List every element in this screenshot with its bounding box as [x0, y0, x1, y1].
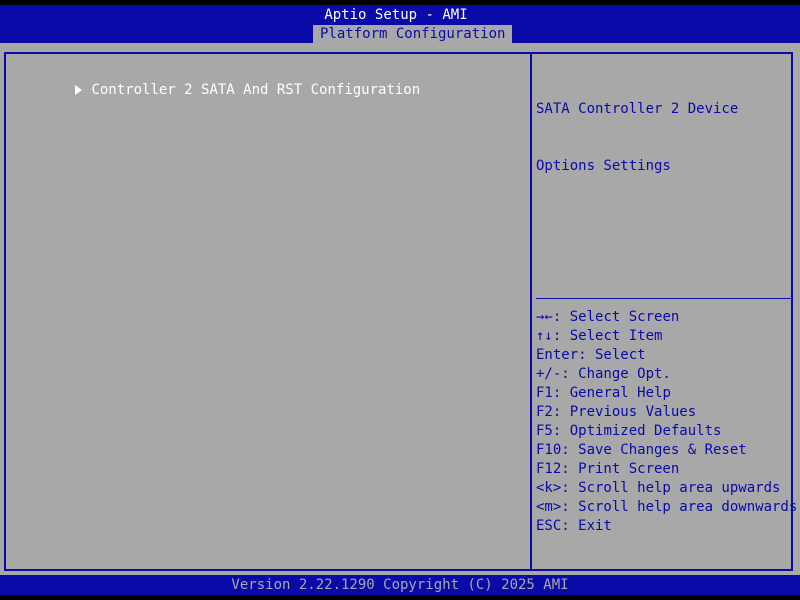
key-action: Previous Values — [561, 404, 697, 420]
menu-item-label: Controller 2 SATA And RST Configuration — [91, 82, 421, 98]
key-action: Scroll help area upwards — [569, 480, 781, 496]
key-m: <m>: — [536, 499, 570, 515]
key-action: Select — [586, 347, 646, 363]
key-esc: ESC: — [536, 518, 570, 534]
menu-item-controller-2-sata-rst[interactable]: Controller 2 SATA And RST Configuration — [6, 62, 420, 98]
key-action: Select Item — [561, 328, 663, 344]
item-help-text: SATA Controller 2 Device Options Setting… — [536, 62, 786, 214]
bios-setup-screen: Aptio Setup - AMI Platform Configuration… — [0, 0, 800, 600]
key-f2: F2: — [536, 404, 562, 420]
key-f5: F5: — [536, 423, 562, 439]
key-legend-item: Enter: Select — [536, 346, 792, 365]
footer-bar: Version 2.22.1290 Copyright (C) 2025 AMI — [0, 575, 800, 595]
key-action: Print Screen — [569, 461, 680, 477]
key-action: General Help — [561, 385, 671, 401]
key-action: Scroll help area downwards — [569, 499, 798, 515]
app-title: Aptio Setup - AMI — [324, 7, 468, 23]
key-legend-item: F1: General Help — [536, 384, 792, 403]
version-text: Version 2.22.1290 Copyright (C) 2025 AMI — [231, 577, 569, 593]
key-arrows-left-right: →←: — [536, 309, 562, 325]
key-action: Select Screen — [561, 309, 680, 325]
key-legend-item: F12: Print Screen — [536, 460, 792, 479]
submenu-arrow-icon — [75, 85, 83, 95]
key-f12: F12: — [536, 461, 570, 477]
key-f1: F1: — [536, 385, 562, 401]
main-panel: Controller 2 SATA And RST Configuration … — [0, 43, 800, 575]
key-legend-item: ESC: Exit — [536, 517, 792, 536]
key-legend-item: <m>: Scroll help area downwards — [536, 498, 797, 517]
key-k: <k>: — [536, 480, 570, 496]
header-bar: Aptio Setup - AMI Platform Configuration — [0, 5, 800, 44]
tab-platform-configuration[interactable]: Platform Configuration — [313, 25, 513, 44]
key-action: Exit — [569, 518, 612, 534]
key-legend-item: <k>: Scroll help area upwards — [536, 479, 792, 498]
help-pane: SATA Controller 2 Device Options Setting… — [536, 62, 797, 562]
key-f10: F10: — [536, 442, 570, 458]
key-action: Save Changes & Reset — [569, 442, 747, 458]
key-action: Optimized Defaults — [561, 423, 722, 439]
help-divider — [536, 298, 792, 299]
key-legend-item: +/-: Change Opt. — [536, 365, 792, 384]
key-legend-item: F10: Save Changes & Reset — [536, 441, 792, 460]
key-action: Change Opt. — [569, 366, 671, 382]
menu-pane: Controller 2 SATA And RST Configuration — [6, 62, 528, 562]
key-legend-item: F2: Previous Values — [536, 403, 792, 422]
key-legend-item: F5: Optimized Defaults — [536, 422, 792, 441]
help-line: Options Settings — [536, 158, 671, 174]
key-plus-minus: +/-: — [536, 366, 570, 382]
key-enter: Enter: — [536, 347, 587, 363]
key-legend: →←: Select Screen ↑↓: Select Item Enter:… — [536, 308, 797, 536]
key-arrows-up-down: ↑↓: — [536, 328, 562, 344]
pane-divider — [530, 52, 532, 571]
key-legend-item: →←: Select Screen — [536, 308, 792, 327]
key-legend-item: ↑↓: Select Item — [536, 327, 792, 346]
help-line: SATA Controller 2 Device — [536, 101, 739, 117]
